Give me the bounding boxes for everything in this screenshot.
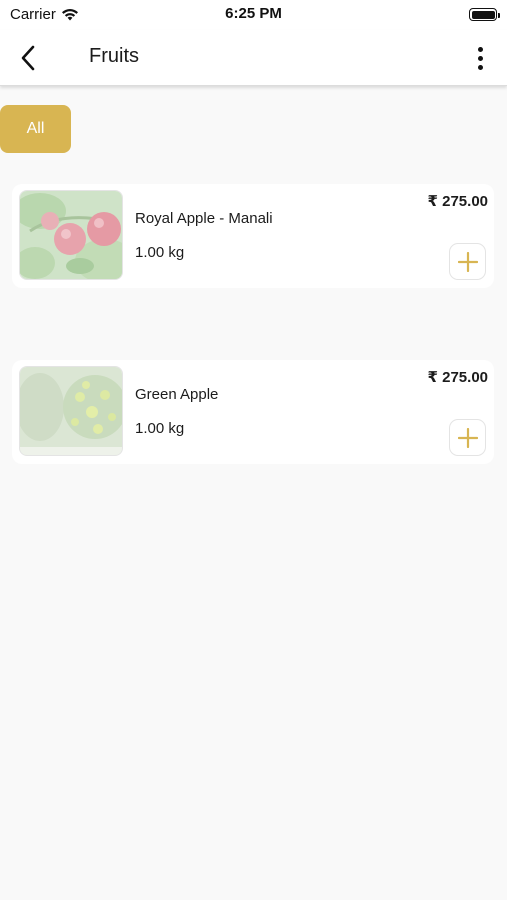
product-card[interactable]: Royal Apple - Manali 1.00 kg ₹ 275.00 [12,184,494,288]
product-price: ₹ 275.00 [427,369,488,386]
plus-icon [457,427,478,448]
product-price: ₹ 275.00 [427,193,488,210]
product-card[interactable]: Green Apple 1.00 kg ₹ 275.00 [12,360,494,464]
chevron-left-icon [21,45,35,71]
product-image [19,190,123,280]
battery-icon [469,8,500,21]
green-apple-photo-icon [20,367,122,455]
back-button[interactable] [12,42,44,74]
nav-bar: Fruits [0,30,507,86]
status-bar: Carrier 6:25 PM [0,0,507,30]
more-vertical-icon [477,46,483,52]
product-image [19,366,123,456]
plus-icon [457,251,478,272]
red-apple-photo-icon [20,191,122,279]
product-quantity: 1.00 kg [135,244,185,261]
product-quantity: 1.00 kg [135,420,185,437]
product-name: Royal Apple - Manali [135,210,273,227]
filter-chip-all[interactable]: All [0,105,71,153]
add-to-cart-button[interactable] [449,243,486,280]
product-name: Green Apple [135,386,219,403]
filter-chip-label: All [26,120,45,137]
add-to-cart-button[interactable] [449,419,486,456]
status-time: 6:25 PM [225,5,282,22]
more-options-button[interactable] [467,42,493,74]
page-title: Fruits [89,45,139,67]
